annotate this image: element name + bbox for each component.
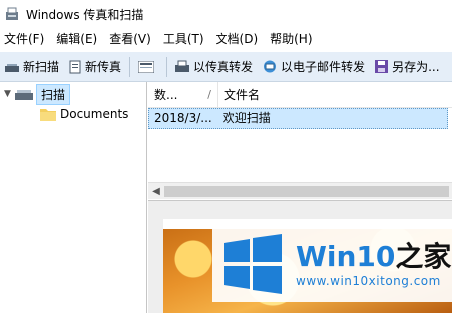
windows-logo-icon (224, 234, 282, 294)
folder-tree-pane: ▼ 扫描 Documents (0, 82, 147, 313)
new-fax-icon (69, 60, 81, 73)
save-as-label: 另存为... (392, 60, 440, 74)
menu-edit[interactable]: 编辑(E) (50, 28, 103, 50)
watermark-brand-accent: 之家 (395, 240, 452, 273)
menu-tools[interactable]: 工具(T) (157, 28, 210, 50)
horizontal-scrollbar[interactable]: ◀ (148, 182, 452, 199)
forward-as-email-label: 以电子邮件转发 (281, 60, 366, 74)
watermark-brand: Win10之家 (296, 240, 451, 274)
floppy-disk-icon (375, 60, 389, 73)
tree-item-documents[interactable]: Documents (40, 104, 128, 124)
fax-machine-icon (175, 60, 190, 72)
watermark-url: www.win10xitong.com (296, 274, 441, 288)
toolbar-separator (166, 56, 168, 77)
table-row[interactable]: 2018/3/... 欢迎扫描 (148, 108, 448, 129)
list-header: 数... / 文件名 (148, 82, 452, 108)
forward-as-email-button[interactable]: 以电子邮件转发 (258, 55, 370, 79)
list-view-icon (138, 60, 155, 73)
forward-as-fax-button[interactable]: 以传真转发 (170, 55, 258, 79)
title-bar: Windows 传真和扫描 (0, 0, 452, 28)
expand-caret-icon[interactable]: ▼ (4, 89, 14, 99)
column-header-date-label: 数... (154, 88, 178, 102)
tree-item-scan[interactable]: ▼ 扫描 (0, 83, 71, 105)
forward-as-fax-label: 以传真转发 (193, 60, 254, 74)
menu-file[interactable]: 文件(F) (0, 28, 50, 50)
fax-app-icon (6, 7, 18, 20)
menu-view[interactable]: 查看(V) (103, 28, 157, 50)
folder-icon (40, 109, 56, 121)
scanner-icon (15, 90, 33, 100)
menu-bar: 文件(F) 编辑(E) 查看(V) 工具(T) 文档(D) 帮助(H) (0, 28, 452, 50)
new-scan-label: 新扫描 (23, 60, 60, 74)
window-title: Windows 传真和扫描 (26, 7, 144, 22)
tree-item-documents-label: Documents (60, 107, 129, 121)
email-globe-icon (264, 60, 277, 73)
new-scan-button[interactable]: 新扫描 (0, 55, 64, 79)
view-toggle-button[interactable] (133, 55, 163, 79)
menu-help[interactable]: 帮助(H) (264, 28, 318, 50)
scrollbar-thumb[interactable] (164, 186, 449, 197)
sort-indicator: / (207, 88, 211, 101)
tree-item-scan-label: 扫描 (36, 83, 71, 105)
row-filename: 欢迎扫描 (222, 111, 271, 125)
column-header-filename[interactable]: 文件名 (218, 82, 452, 108)
column-header-filename-label: 文件名 (224, 88, 261, 102)
new-fax-button[interactable]: 新传真 (64, 55, 126, 79)
column-header-date[interactable]: 数... / (148, 82, 218, 108)
scanner-icon (5, 63, 19, 72)
watermark-text: Win10之家 www.win10xitong.com (296, 240, 451, 288)
menu-document[interactable]: 文档(D) (210, 28, 265, 50)
toolbar-separator (129, 56, 131, 77)
save-as-button[interactable]: 另存为... (370, 55, 444, 79)
toolbar: 新扫描 新传真 以传真转发 以电子邮件转发 另存为... (0, 52, 452, 82)
scroll-left-arrow-icon[interactable]: ◀ (150, 183, 162, 200)
watermark-brand-main: Win10 (296, 240, 396, 273)
new-fax-label: 新传真 (85, 60, 122, 74)
row-date: 2018/3/... (154, 111, 212, 125)
win10-watermark: Win10之家 www.win10xitong.com (212, 226, 452, 302)
